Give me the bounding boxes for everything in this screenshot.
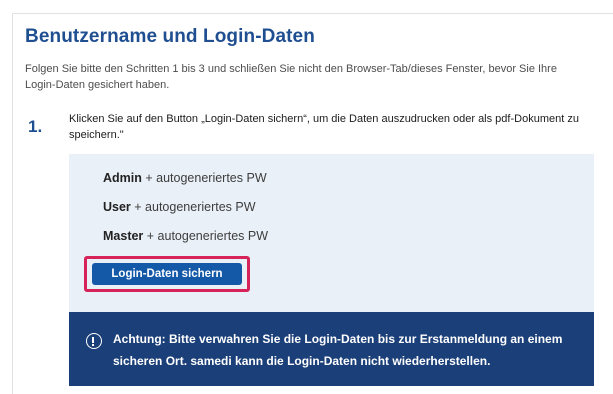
- step-instruction: Klicken Sie auf den Button „Login-Daten …: [69, 113, 579, 141]
- credential-role: User: [103, 200, 131, 214]
- step-number: 1.: [28, 117, 43, 136]
- page-title: Benutzername und Login-Daten: [25, 26, 315, 47]
- warning-text: Achtung: Bitte verwahren Sie die Login-D…: [113, 332, 563, 368]
- credential-desc: + autogeneriertes PW: [146, 229, 269, 243]
- credentials-box: Admin + autogeneriertes PW User + autoge…: [69, 154, 594, 312]
- credential-item-master: Master + autogeneriertes PW: [103, 229, 268, 243]
- intro-text: Folgen Sie bitte den Schritten 1 bis 3 u…: [25, 63, 557, 91]
- save-button-highlight: Login-Daten sichern: [84, 256, 250, 292]
- login-data-panel: Benutzername und Login-Daten Folgen Sie …: [12, 13, 613, 394]
- credential-desc: + autogeneriertes PW: [134, 200, 256, 214]
- credential-desc: + autogeneriertes PW: [145, 171, 267, 185]
- save-login-data-button[interactable]: Login-Daten sichern: [92, 263, 242, 285]
- credential-item-user: User + autogeneriertes PW: [103, 200, 256, 214]
- credential-role: Master: [103, 229, 144, 243]
- credential-item-admin: Admin + autogeneriertes PW: [103, 171, 267, 185]
- warning-banner: Achtung: Bitte verwahren Sie die Login-D…: [69, 312, 594, 386]
- info-circle-icon: [86, 333, 102, 349]
- credential-role: Admin: [103, 171, 142, 185]
